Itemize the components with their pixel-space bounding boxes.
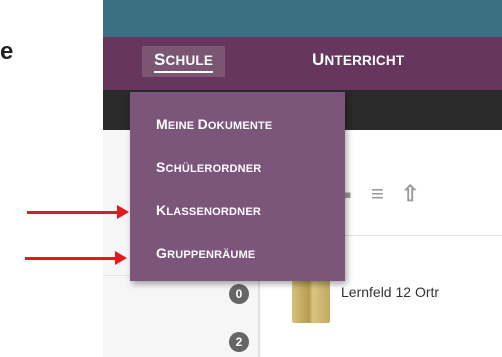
caption-text: e <box>0 38 14 65</box>
nav-tab-schule[interactable]: SCHULE <box>142 46 226 77</box>
nav-tab-unterricht-initial: U <box>312 50 325 69</box>
active-underline <box>154 71 214 73</box>
count-badge: 2 <box>229 332 249 352</box>
nav-tab-unterricht-rest: NTERRICHT <box>324 53 405 68</box>
menu-item-meine-dokumente[interactable]: MEINE DOKUMENTE <box>156 116 272 132</box>
red-arrow-head <box>115 251 127 265</box>
red-arrow-shaft <box>27 211 119 214</box>
upload-icon[interactable]: ⇧ <box>401 181 419 207</box>
list-view-icon[interactable]: ≡ <box>371 181 384 207</box>
nav-tab-schule-initial: S <box>154 50 166 69</box>
folder-label[interactable]: Lernfeld 12 Ortr <box>341 284 439 300</box>
red-arrow-head <box>117 205 129 219</box>
count-badge: 0 <box>229 284 249 304</box>
grid-view-icon[interactable]: ▪ <box>344 182 352 208</box>
menu-item-schuelerordner[interactable]: SCHÜLERORDNER <box>156 159 261 175</box>
red-arrow-shaft <box>25 257 117 260</box>
nav-tab-unterricht[interactable]: UNTERRICHT <box>312 50 404 70</box>
nav-tab-schule-rest: CHULE <box>165 53 214 68</box>
menu-item-klassenordner[interactable]: KLASSENORDNER <box>156 202 261 218</box>
top-bar <box>103 0 502 37</box>
menu-item-gruppenraeume[interactable]: GRUPPENRÄUME <box>156 245 255 261</box>
schule-dropdown-menu: MEINE DOKUMENTE SCHÜLERORDNER KLASSENORD… <box>130 92 345 281</box>
